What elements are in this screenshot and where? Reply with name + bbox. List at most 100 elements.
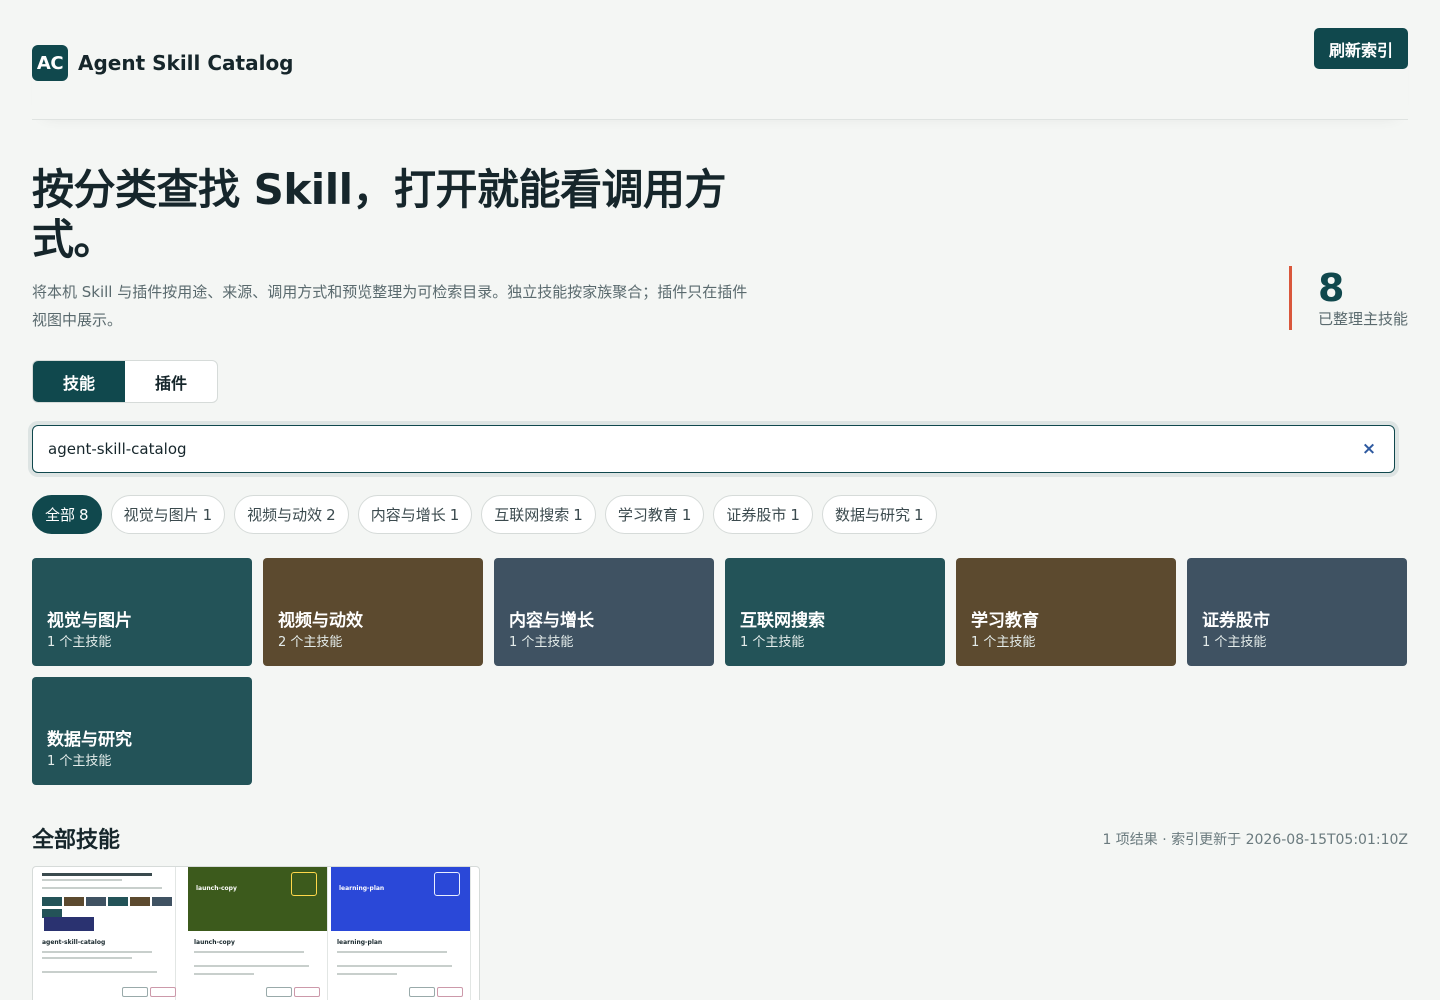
tab-plugins[interactable]: 插件 (125, 361, 217, 402)
mini-search-line (42, 887, 162, 889)
mini-button (437, 987, 463, 997)
category-tile-content-growth[interactable]: 内容与增长 1 个主技能 (494, 558, 714, 666)
chip-count: 1 (681, 505, 692, 524)
category-tile-name: 数据与研究 (47, 730, 132, 750)
mini-tile (42, 897, 62, 906)
category-tile-web-search[interactable]: 互联网搜索 1 个主技能 (725, 558, 945, 666)
category-tile-name: 互联网搜索 (740, 611, 825, 631)
category-tile-learning[interactable]: 学习教育 1 个主技能 (956, 558, 1176, 666)
mini-meta-line (194, 973, 254, 975)
mini-tile (86, 897, 106, 906)
mini-tile (64, 897, 84, 906)
tab-skills[interactable]: 技能 (33, 361, 125, 402)
mini-button (266, 987, 292, 997)
stat-value: 8 (1317, 266, 1345, 310)
mini-button (122, 987, 148, 997)
preview-thumbnail: agent-skill-catalog (36, 867, 176, 1000)
chip-count: 1 (449, 505, 460, 524)
brand[interactable]: AC Agent Skill Catalog (32, 45, 294, 81)
page-description: 将本机 Skill 与插件按用途、来源、调用方式和预览整理为可检索目录。独立技能… (32, 283, 748, 329)
category-tiles: 视觉与图片 1 个主技能 视频与动效 2 个主技能 内容与增长 1 个主技能 互… (32, 558, 1408, 785)
chip-all[interactable]: 全部 8 (32, 495, 102, 534)
results-meta: 1 项结果 · 索引更新于 2026-08-15T05:01:10Z (1102, 832, 1408, 848)
category-tile-count: 1 个主技能 (47, 635, 112, 650)
chip-count: 1 (790, 505, 800, 524)
category-tile-name: 视觉与图片 (47, 611, 132, 631)
category-tile-name: 学习教育 (971, 611, 1039, 631)
section-title: 全部技能 (32, 828, 121, 853)
chip-count: 1 (202, 505, 213, 524)
mini-meta-line (337, 965, 452, 967)
mini-button (150, 987, 176, 997)
mini-tile (108, 897, 128, 906)
preview-skill-title: launch-copy (196, 885, 237, 892)
category-tile-count: 2 个主技能 (278, 635, 343, 650)
chip-label: 视频与动效 (247, 506, 323, 524)
mini-text-line (194, 951, 304, 953)
mini-title-line (42, 873, 152, 876)
view-switcher: 技能 插件 (32, 360, 218, 403)
preview-thumbnail: learning-plan learning-plan (331, 867, 471, 1000)
stat-label: 已整理主技能 (1317, 310, 1408, 328)
mini-meta-line (337, 973, 397, 975)
app-header: AC Agent Skill Catalog 刷新索引 (32, 28, 1408, 120)
chip-stocks[interactable]: 证券股市 1 (713, 495, 813, 534)
skill-count-stat: 8 已整理主技能 (1288, 266, 1408, 330)
mini-text-line (42, 879, 122, 881)
chip-label: 学习教育 (617, 506, 678, 524)
chip-count: 2 (326, 505, 336, 524)
category-tile-count: 1 个主技能 (47, 754, 112, 769)
mini-tile (152, 897, 172, 906)
mini-preview-image (44, 917, 94, 931)
category-tile-count: 1 个主技能 (971, 635, 1036, 650)
preview-skill-name: agent-skill-catalog (42, 939, 106, 946)
skill-result-card[interactable]: agent-skill-catalog launch-copy launch-c… (32, 866, 480, 1000)
category-tile-count: 1 个主技能 (740, 635, 805, 650)
chip-content-growth[interactable]: 内容与增长 1 (357, 495, 473, 534)
category-tile-data-research[interactable]: 数据与研究 1 个主技能 (32, 677, 252, 785)
preview-thumbnail: launch-copy launch-copy (188, 867, 328, 1000)
search-box: × (32, 425, 1395, 473)
chip-data-research[interactable]: 数据与研究 1 (821, 495, 937, 534)
preview-skill-name: learning-plan (337, 939, 383, 946)
mini-text-line (42, 951, 152, 953)
app-name: Agent Skill Catalog (78, 51, 294, 75)
preview-header: launch-copy (188, 867, 327, 931)
chip-video-motion[interactable]: 视频与动效 2 (234, 495, 349, 534)
preview-header: learning-plan (331, 867, 470, 931)
category-tile-count: 1 个主技能 (509, 635, 574, 650)
category-tile-visual-image[interactable]: 视觉与图片 1 个主技能 (32, 558, 252, 666)
chip-label: 内容与增长 (370, 506, 446, 524)
chip-label: 全部 (45, 506, 76, 524)
mini-text-line (337, 951, 447, 953)
chip-count: 8 (79, 505, 89, 524)
app-logo: AC (32, 45, 68, 81)
page-title: 按分类查找 Skill，打开就能看调用方式。 (32, 165, 727, 264)
refresh-index-button[interactable]: 刷新索引 (1313, 28, 1408, 69)
category-tile-video-motion[interactable]: 视频与动效 2 个主技能 (263, 558, 483, 666)
chip-label: 互联网搜索 (494, 506, 570, 524)
mini-tile (130, 897, 150, 906)
chip-count: 1 (913, 505, 924, 524)
search-input[interactable] (48, 426, 1348, 472)
category-tile-count: 1 个主技能 (1202, 635, 1267, 650)
mini-button (294, 987, 320, 997)
chip-visual-image[interactable]: 视觉与图片 1 (110, 495, 226, 534)
chip-label: 数据与研究 (834, 506, 910, 524)
mini-button (409, 987, 435, 997)
clear-search-icon[interactable]: × (1358, 438, 1380, 460)
chip-web-search[interactable]: 互联网搜索 1 (481, 495, 596, 534)
mini-meta-line (42, 971, 157, 973)
mini-meta-line (194, 965, 309, 967)
chip-label: 视觉与图片 (123, 506, 199, 524)
category-tile-name: 证券股市 (1202, 611, 1270, 631)
image-icon (291, 872, 317, 896)
chip-label: 证券股市 (726, 506, 787, 524)
image-icon (434, 872, 460, 896)
chip-learning[interactable]: 学习教育 1 (604, 495, 705, 534)
preview-skill-name: launch-copy (194, 939, 235, 946)
category-tile-name: 视频与动效 (278, 611, 363, 631)
category-filter-chips: 全部 8 视觉与图片 1 视频与动效 2 内容与增长 1 互联网搜索 1 学习教育 1 证券… (32, 495, 937, 534)
mini-page-preview (36, 867, 175, 1000)
category-tile-stocks[interactable]: 证券股市 1 个主技能 (1187, 558, 1407, 666)
